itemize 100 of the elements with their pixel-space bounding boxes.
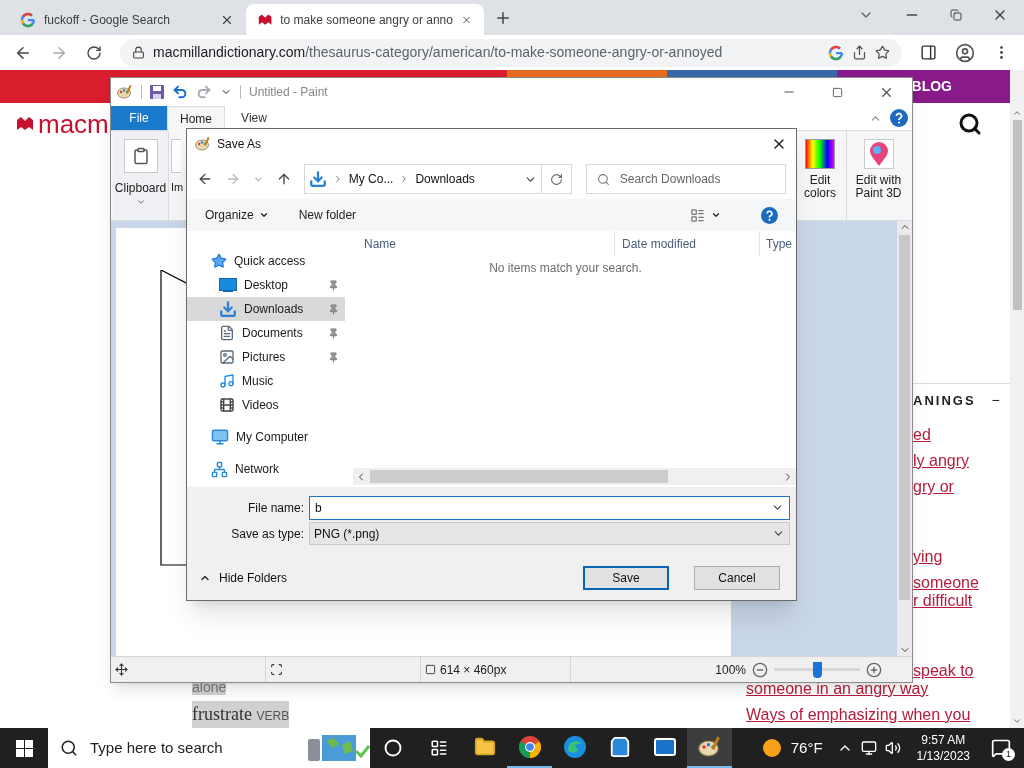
group-label: Im (171, 180, 185, 195)
toolbar-button[interactable]: New folder (298, 206, 357, 224)
related-link[interactable]: gry or (913, 477, 954, 497)
nav-item[interactable]: Music (187, 369, 345, 393)
palette-icon (697, 735, 722, 759)
dialog-button[interactable]: Cancel (694, 566, 780, 590)
notifications-icon[interactable] (991, 738, 1011, 758)
related-link[interactable]: ly angry (913, 451, 970, 471)
file-type-dropdown[interactable]: PNG (*.png) (309, 522, 790, 545)
zoom-out-icon[interactable] (752, 661, 768, 678)
section-heading: ANINGS (913, 391, 976, 410)
ribbon-tab[interactable]: Home (167, 106, 225, 131)
paste-button[interactable] (123, 139, 158, 173)
save-icon[interactable] (150, 85, 164, 99)
weather-widget[interactable]: 76°F (762, 728, 837, 768)
ribbon-tool (171, 139, 181, 173)
nav-item[interactable]: My Computer (187, 425, 345, 449)
help-icon[interactable] (761, 206, 778, 224)
column-header[interactable]: Date modified (615, 231, 760, 257)
palette-icon (195, 136, 211, 152)
related-link[interactable]: r difficult (913, 591, 973, 611)
browser-tab[interactable]: fuckoff - Google Search (8, 4, 246, 35)
scroll-thumb[interactable] (899, 235, 910, 600)
profile-icon[interactable] (955, 42, 975, 63)
related-link[interactable]: ed (913, 425, 931, 445)
scroll-up-icon[interactable] (1012, 108, 1022, 118)
taskbar-search-field[interactable]: Type here to search (48, 728, 370, 768)
nav-item[interactable]: Quick access (187, 249, 345, 273)
restore-icon[interactable] (950, 9, 962, 21)
side-panel-icon[interactable] (920, 44, 937, 61)
clipboard-icon (131, 147, 150, 165)
taskbar-app[interactable] (687, 728, 732, 768)
nav-item[interactable]: Desktop (187, 273, 345, 297)
breadcrumb-item[interactable]: My Co... (348, 170, 394, 188)
browser-icon (517, 735, 542, 759)
caret-icon (258, 210, 269, 220)
task-view-icon[interactable] (430, 739, 448, 757)
related-link[interactable]: speak to (913, 661, 974, 681)
start-icon (15, 739, 33, 757)
nav-item[interactable]: Pictures (187, 345, 345, 369)
scroll-down-icon[interactable] (1012, 716, 1022, 726)
hide-folders-button[interactable]: Hide Folders (199, 569, 288, 587)
music-note-icon (219, 373, 235, 389)
down-arrow-icon (308, 170, 327, 188)
ribbon-tab[interactable]: View (225, 106, 283, 130)
edit-colors-button[interactable]: Edit colors (794, 131, 846, 220)
column-header[interactable]: Name (353, 231, 615, 257)
drop-icon (863, 139, 894, 169)
file-name-field[interactable]: b (309, 495, 790, 520)
back-icon[interactable] (197, 171, 213, 187)
zoom-in-icon[interactable] (866, 661, 882, 678)
collapse-toggle[interactable]: − (991, 390, 1000, 411)
search-icon[interactable] (958, 112, 982, 136)
ribbon-tab[interactable]: File (111, 106, 167, 130)
clock[interactable]: 9:57 AM 1/13/2023 (908, 728, 978, 768)
related-link[interactable]: someone (913, 573, 979, 593)
caret-icon[interactable] (711, 210, 721, 220)
refresh-button[interactable] (541, 164, 572, 194)
volume-icon[interactable] (884, 740, 901, 756)
dialog-button[interactable]: Save (583, 566, 669, 590)
related-link[interactable]: someone in an angry way (746, 679, 929, 699)
sun-icon (762, 739, 781, 757)
help-icon[interactable] (890, 109, 908, 127)
canvas-size-icon (425, 664, 436, 675)
slider-thumb[interactable] (813, 661, 822, 678)
nav-item[interactable]: Documents (187, 321, 345, 345)
dialog-title: Save As (217, 136, 262, 153)
scroll-thumb[interactable] (1012, 120, 1022, 310)
related-link[interactable]: ying (913, 547, 943, 567)
search-field[interactable]: Search Downloads (585, 164, 786, 194)
nav-item[interactable]: Videos (187, 393, 345, 417)
column-header[interactable]: Type (760, 231, 792, 257)
window-title: Untitled - Paint (249, 84, 328, 101)
related-link[interactable]: Ways of emphasizing when you (746, 705, 971, 725)
headword: frustrate VERB (192, 701, 290, 728)
reload-icon[interactable] (86, 44, 102, 61)
star-icon (211, 253, 227, 269)
cortana-icon[interactable] (384, 739, 402, 757)
scroll-thumb[interactable] (370, 470, 668, 483)
address-field[interactable]: My Co... Downloads (303, 164, 542, 194)
undo-icon[interactable] (172, 84, 188, 100)
view-options-icon[interactable] (690, 207, 705, 223)
letter-g-icon (828, 44, 844, 61)
paint-3d-button[interactable]: Edit with Paint 3D (846, 131, 910, 220)
breadcrumb-item[interactable]: Downloads (415, 170, 475, 188)
star-icon[interactable] (875, 45, 890, 60)
address-bar[interactable]: macmillandictionary.com/thesaurus-category/american/to-make-someone-angry-or-annoyed (120, 38, 902, 67)
lock-icon (132, 46, 145, 59)
nav-item[interactable]: Network (187, 457, 345, 481)
network-icon[interactable] (860, 740, 877, 756)
browser-tab[interactable]: to make someone angry or anno (246, 4, 484, 35)
down-arrow-icon (219, 300, 237, 318)
empty-message: No items match your search. (489, 260, 643, 277)
site-logo: macm (38, 107, 109, 141)
maximize-icon[interactable] (832, 86, 843, 98)
url-text: macmillandictionary.com/thesaurus-category/american/to-make-someone-angry-or-annoyed (153, 43, 724, 62)
new-tab-icon[interactable] (494, 9, 512, 27)
toolbar-button[interactable]: Organize (205, 206, 269, 224)
nav-item[interactable]: Downloads (187, 297, 345, 321)
share-icon[interactable] (852, 45, 867, 60)
